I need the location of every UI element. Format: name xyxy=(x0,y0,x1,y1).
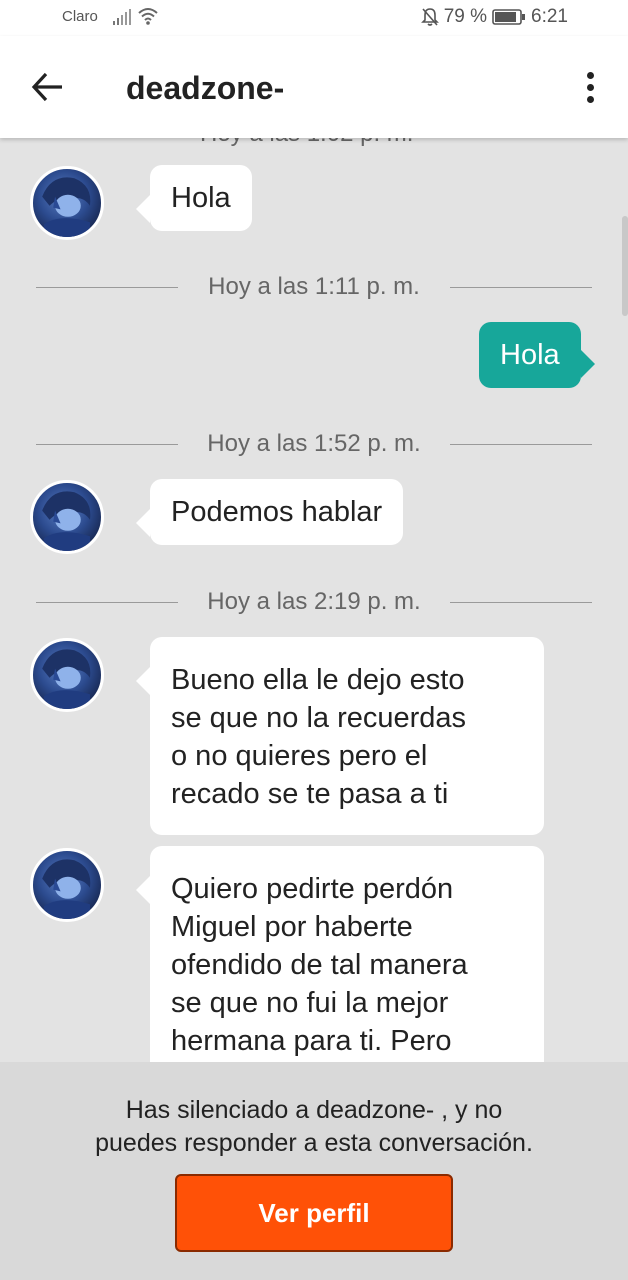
wifi-icon xyxy=(138,8,158,25)
arrow-left-icon[interactable] xyxy=(30,70,66,104)
avatar[interactable] xyxy=(30,166,104,240)
clock: 6:21 xyxy=(531,6,568,27)
message-line: o no quieres pero el xyxy=(171,740,428,772)
avatar[interactable] xyxy=(30,480,104,554)
message-line: recado se te pasa a ti xyxy=(171,778,449,810)
message-text: Hola xyxy=(171,182,231,214)
battery-icon xyxy=(492,9,526,25)
separator-line xyxy=(36,287,178,288)
bell-muted-icon xyxy=(420,8,439,26)
carrier-label: Claro xyxy=(62,8,98,25)
timestamp-separator: Hoy a las 1:02 p. m. xyxy=(200,138,413,148)
avatar-image xyxy=(42,859,91,919)
timestamp-separator: Hoy a las 1:11 p. m. xyxy=(0,273,628,303)
message-bubble-outgoing[interactable]: Hola xyxy=(479,322,595,388)
avatar-image xyxy=(42,177,91,237)
separator-text: Hoy a las 2:19 p. m. xyxy=(207,588,421,615)
message-text: Podemos hablar xyxy=(171,496,383,528)
message-line: Quiero pedirte perdón xyxy=(171,873,454,905)
avatar-image xyxy=(42,491,91,551)
conversation-title: deadzone- xyxy=(126,70,285,106)
separator-line xyxy=(450,602,592,603)
scrollbar[interactable] xyxy=(622,216,628,316)
muted-footer: Has silenciado a deadzone- , y no puedes… xyxy=(0,1062,628,1280)
message-line: hermana para ti. Pero xyxy=(171,1025,452,1057)
more-vertical-icon[interactable] xyxy=(580,72,600,106)
message-bubble[interactable]: Quiero pedirte perdón Miguel por haberte… xyxy=(136,846,544,1062)
separator-line xyxy=(450,287,592,288)
timestamp-separator: Hoy a las 1:52 p. m. xyxy=(0,430,628,460)
message-bubble[interactable]: Podemos hablar xyxy=(135,479,404,545)
muted-notice-line: puedes responder a esta conversación. xyxy=(95,1129,533,1157)
message-line: se que no fui la mejor xyxy=(171,987,449,1019)
separator-text: Hoy a las 1:52 p. m. xyxy=(207,430,421,457)
message-bubble[interactable]: Bueno ella le dejo esto se que no la rec… xyxy=(136,637,544,835)
chat-header: deadzone- xyxy=(0,36,628,138)
muted-notice-line: Has silenciado a deadzone- , y no xyxy=(125,1096,503,1124)
message-line: Miguel por haberte xyxy=(171,911,413,943)
battery-percent: 79 % xyxy=(443,6,488,27)
separator-text: Hoy a las 1:11 p. m. xyxy=(208,273,420,300)
separator-line xyxy=(36,602,178,603)
muted-notice: Has silenciado a deadzone- , y no puedes… xyxy=(40,1094,588,1160)
message-bubble[interactable]: Hola xyxy=(136,165,252,231)
status-right: 79 % 6:21 xyxy=(420,6,568,28)
avatar[interactable] xyxy=(30,638,104,712)
signal-icon xyxy=(113,9,131,25)
message-text: Hola xyxy=(500,339,560,371)
message-line: ofendido de tal manera xyxy=(171,949,468,981)
message-line: Bueno ella le dejo esto xyxy=(171,664,465,696)
separator-line xyxy=(36,444,178,445)
avatar[interactable] xyxy=(30,848,104,922)
timestamp-separator: Hoy a las 2:19 p. m. xyxy=(0,588,628,618)
message-line: se que no la recuerdas xyxy=(171,702,467,734)
separator-line xyxy=(450,444,592,445)
message-list[interactable]: Hoy a las 1:02 p. m. Hola Hoy a las 1:11… xyxy=(0,138,628,1062)
status-bar: Claro 79 % 6:21 xyxy=(0,0,628,36)
avatar-image xyxy=(42,649,91,709)
view-profile-button[interactable]: Ver perfil xyxy=(175,1174,453,1252)
